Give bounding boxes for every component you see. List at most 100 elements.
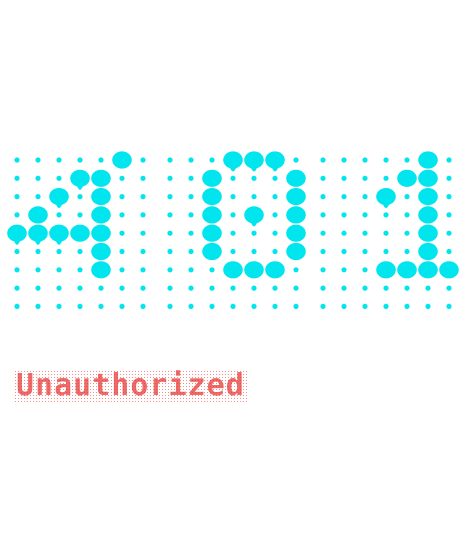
matrix-dot (35, 194, 41, 200)
matrix-dot (383, 285, 389, 291)
matrix-dot (98, 285, 104, 291)
digit-blob (223, 261, 243, 279)
matrix-dot (119, 175, 125, 181)
matrix-dot (383, 212, 389, 218)
matrix-dot (272, 194, 278, 200)
matrix-dot (56, 212, 62, 218)
matrix-dot (362, 212, 368, 218)
matrix-dot (362, 285, 368, 291)
matrix-dot (140, 157, 146, 163)
digit-blob (202, 242, 222, 261)
digit-drip (55, 201, 63, 209)
digit-blob (439, 261, 459, 279)
matrix-dot (230, 212, 236, 218)
matrix-dot (446, 248, 452, 255)
matrix-dot (119, 230, 125, 236)
matrix-dot (446, 212, 452, 218)
digit-drip (76, 183, 84, 190)
matrix-dot (119, 267, 125, 273)
digit-blob (91, 242, 111, 261)
digit-blob (397, 169, 417, 187)
matrix-dot (14, 194, 20, 200)
matrix-dot (188, 157, 194, 163)
error-code-dot-matrix (7, 151, 459, 309)
digit-blob (244, 261, 264, 279)
matrix-dot (209, 285, 215, 291)
matrix-dot (209, 303, 215, 309)
matrix-dot (167, 285, 173, 291)
matrix-dot (251, 285, 257, 291)
digit-blob (397, 261, 417, 279)
matrix-dot (404, 212, 410, 218)
matrix-dot (77, 285, 83, 291)
matrix-dot (230, 230, 236, 236)
matrix-dot (140, 230, 146, 236)
matrix-dot (320, 212, 326, 218)
matrix-dot (35, 303, 41, 309)
error-message: Unauthorized (16, 368, 245, 403)
digit-blob (91, 188, 111, 206)
matrix-dot (119, 248, 125, 255)
matrix-dot (362, 248, 368, 255)
matrix-dot (293, 285, 299, 291)
digit-blob (286, 224, 306, 242)
matrix-dot (140, 248, 146, 255)
digit-blob (286, 242, 306, 261)
matrix-dot (188, 267, 194, 273)
digit-blob (28, 206, 48, 224)
matrix-dot (293, 267, 299, 273)
matrix-dot (188, 248, 194, 255)
digit-blob (91, 206, 111, 224)
matrix-dot (446, 175, 452, 181)
matrix-dot (140, 267, 146, 273)
matrix-dot (167, 212, 173, 218)
digit-blob (70, 224, 90, 242)
matrix-dot (320, 175, 326, 181)
matrix-dot (35, 157, 41, 163)
matrix-dot (251, 303, 257, 309)
digit-blob (286, 206, 306, 224)
digit-drip (271, 165, 279, 172)
matrix-dot (320, 267, 326, 273)
matrix-dot (230, 194, 236, 200)
matrix-dot (272, 212, 278, 218)
matrix-dot (446, 285, 452, 291)
digit-blob (418, 151, 438, 169)
matrix-dot (272, 303, 278, 309)
matrix-dot (188, 285, 194, 291)
matrix-dot (77, 267, 83, 273)
matrix-dot (56, 175, 62, 181)
matrix-dot (320, 157, 326, 163)
digit-blob (91, 261, 111, 279)
matrix-dot (272, 285, 278, 291)
digit-blob (286, 169, 306, 187)
digit-blob (202, 224, 222, 242)
matrix-dot (98, 157, 104, 163)
matrix-dot (293, 303, 299, 309)
digit-blob (418, 242, 438, 261)
matrix-dot (35, 248, 41, 255)
matrix-dot (320, 248, 326, 255)
matrix-dot (14, 157, 20, 163)
matrix-dot (56, 157, 62, 163)
matrix-dot (140, 212, 146, 218)
digit-blob (418, 206, 438, 224)
digit-drip (13, 238, 21, 245)
matrix-dot (362, 230, 368, 236)
matrix-dot (14, 175, 20, 181)
matrix-dot (167, 267, 173, 273)
matrix-dot (341, 303, 347, 309)
matrix-dot (98, 303, 104, 309)
matrix-dot (362, 194, 368, 200)
matrix-dot (140, 303, 146, 309)
matrix-dot (209, 267, 215, 273)
matrix-dot (35, 267, 41, 273)
matrix-dot (167, 175, 173, 181)
matrix-dot (14, 267, 20, 273)
matrix-dot (14, 212, 20, 218)
matrix-dot (77, 194, 83, 200)
matrix-dot (341, 175, 347, 181)
digit-blob (286, 188, 306, 206)
matrix-dot (77, 212, 83, 218)
matrix-dot (362, 175, 368, 181)
